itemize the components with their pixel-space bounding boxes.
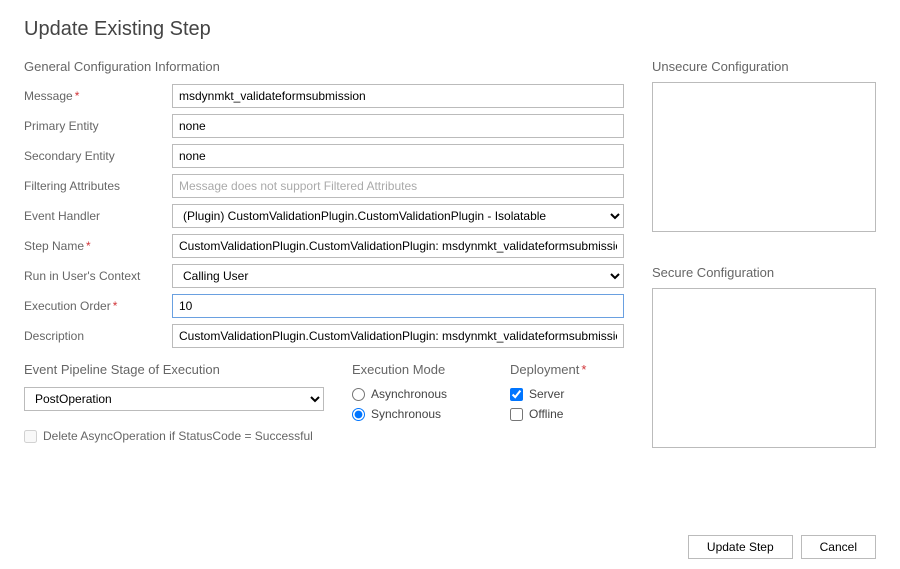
- dialog-title: Update Existing Step: [24, 18, 876, 41]
- deployment-server-label: Server: [529, 387, 564, 401]
- label-filtering-attributes: Filtering Attributes: [24, 179, 172, 193]
- update-step-button[interactable]: Update Step: [688, 535, 793, 559]
- delete-async-checkbox: [24, 430, 37, 443]
- label-description: Description: [24, 329, 172, 343]
- primary-entity-input[interactable]: [172, 114, 624, 138]
- unsecure-config-textarea[interactable]: [652, 82, 876, 232]
- pipeline-stage-select[interactable]: PostOperation: [24, 387, 324, 411]
- message-input[interactable]: [172, 84, 624, 108]
- exec-mode-sync-radio[interactable]: [352, 408, 365, 421]
- deployment-offline-checkbox[interactable]: [510, 408, 523, 421]
- secure-config-textarea[interactable]: [652, 288, 876, 448]
- description-input[interactable]: [172, 324, 624, 348]
- unsecure-config-heading: Unsecure Configuration: [652, 59, 876, 74]
- cancel-button[interactable]: Cancel: [801, 535, 876, 559]
- secondary-entity-input[interactable]: [172, 144, 624, 168]
- exec-mode-async-radio[interactable]: [352, 388, 365, 401]
- execution-mode-heading: Execution Mode: [352, 362, 482, 377]
- filtering-attributes-input: [172, 174, 624, 198]
- pipeline-heading: Event Pipeline Stage of Execution: [24, 362, 324, 377]
- deployment-heading: Deployment*: [510, 362, 624, 377]
- event-handler-select[interactable]: (Plugin) CustomValidationPlugin.CustomVa…: [172, 204, 624, 228]
- exec-mode-sync-label: Synchronous: [371, 407, 441, 421]
- label-message: Message*: [24, 89, 172, 103]
- step-name-input[interactable]: [172, 234, 624, 258]
- label-step-name: Step Name*: [24, 239, 172, 253]
- label-execution-order: Execution Order*: [24, 299, 172, 313]
- label-secondary-entity: Secondary Entity: [24, 149, 172, 163]
- execution-order-input[interactable]: [172, 294, 624, 318]
- label-primary-entity: Primary Entity: [24, 119, 172, 133]
- general-heading: General Configuration Information: [24, 59, 624, 74]
- exec-mode-async-label: Asynchronous: [371, 387, 447, 401]
- deployment-offline-label: Offline: [529, 407, 563, 421]
- secure-config-heading: Secure Configuration: [652, 265, 876, 280]
- run-in-users-context-select[interactable]: Calling User: [172, 264, 624, 288]
- delete-async-label: Delete AsyncOperation if StatusCode = Su…: [43, 429, 313, 443]
- label-run-in-users-context: Run in User's Context: [24, 269, 172, 283]
- deployment-server-checkbox[interactable]: [510, 388, 523, 401]
- general-section: General Configuration Information Messag…: [24, 59, 624, 457]
- label-event-handler: Event Handler: [24, 209, 172, 223]
